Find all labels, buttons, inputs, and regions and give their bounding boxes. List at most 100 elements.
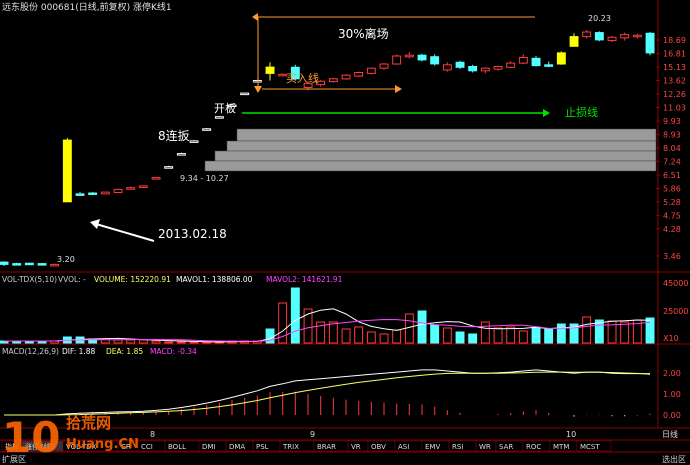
open-label: 开板 — [214, 101, 236, 115]
candle-body — [12, 263, 22, 266]
tab-label[interactable]: WR — [479, 443, 491, 451]
vol-axis-mid: 25000 — [663, 307, 688, 316]
candle-body — [151, 177, 161, 180]
candle-body — [100, 191, 110, 195]
volume-bar — [290, 287, 300, 344]
candle-body — [328, 78, 338, 83]
macd-dif-line — [4, 369, 650, 416]
price-tick: 7.24 — [663, 157, 681, 166]
tab-label[interactable]: CCI — [141, 443, 153, 451]
price-axis: 18.69 16.81 15.13 13.62 12.26 11.03 9.93 8.93 8.… — [656, 36, 686, 261]
stock-chart: 远东股份 000681(日线,前复权) 涨停K线1 30%离场 买入线 止损线 … — [0, 0, 690, 464]
tab-label[interactable]: DMI — [202, 443, 216, 451]
volume-bar — [620, 321, 630, 344]
volume-bar — [442, 327, 452, 344]
svg-text:DEA: 1.85: DEA: 1.85 — [106, 347, 143, 356]
time-label-8: 8 — [150, 430, 155, 439]
price-tick: 4.28 — [663, 225, 681, 234]
tab-label[interactable]: MTM — [553, 443, 569, 451]
watermark: 10 拾荒网 Huang.CN — [2, 413, 139, 462]
candle-body — [202, 128, 212, 131]
volume-bar — [645, 317, 655, 344]
volume-header: VOL-TDX(5,10) VVOL: - VOLUME: 152220.91 … — [2, 275, 343, 284]
tab-label[interactable]: TRIX — [282, 443, 299, 451]
svg-text:MAVOL2: 141621.91: MAVOL2: 141621.91 — [266, 275, 343, 284]
svg-text:DIF: 1.88: DIF: 1.88 — [62, 347, 96, 356]
svg-text:VVOL: -: VVOL: - — [58, 275, 86, 284]
macd-axis-1: 1.00 — [663, 390, 681, 399]
tab-label[interactable]: ASI — [398, 443, 409, 451]
macd-header: MACD(12,26,9) DIF: 1.88 DEA: 1.85 MACD: … — [2, 347, 197, 356]
vol-axis-top: 45000 — [663, 279, 688, 288]
volume-bar — [328, 321, 338, 344]
candle-body — [164, 166, 174, 169]
volume-bar — [379, 333, 389, 344]
tab-label[interactable]: VR — [351, 443, 361, 451]
tab-label[interactable]: BOLL — [168, 443, 186, 451]
volume-bar — [506, 326, 516, 344]
candle-body — [126, 187, 136, 190]
gap-label: 9.34 - 10.27 — [180, 174, 229, 183]
volume-bar — [176, 341, 186, 344]
candle-body — [531, 57, 541, 67]
svg-text:VOLUME: 152220.91: VOLUME: 152220.91 — [94, 275, 171, 284]
price-tick: 18.69 — [663, 36, 686, 45]
candle-body — [88, 192, 98, 195]
macd-axis-0: 0.00 — [663, 411, 681, 420]
candle-body — [594, 32, 604, 41]
limit-up-band — [204, 128, 657, 172]
svg-text:MACD: -0.34: MACD: -0.34 — [150, 347, 197, 356]
stop-label: 止损线 — [565, 105, 598, 119]
tab-label[interactable]: BRAR — [317, 443, 336, 451]
tab-label[interactable]: MCST — [580, 443, 600, 451]
tab-label[interactable]: SAR — [499, 443, 513, 451]
candle-body — [189, 140, 199, 143]
buy-label: 买入线 — [286, 71, 319, 85]
candle-body — [24, 262, 34, 266]
candle-body — [113, 188, 123, 193]
selection-area[interactable]: 选出区 — [662, 454, 686, 464]
candle-body — [417, 54, 427, 61]
candle-body — [176, 153, 186, 156]
svg-text:MAVOL1: 138806.00: MAVOL1: 138806.00 — [176, 275, 253, 284]
board-label: 8连扳 — [158, 128, 190, 143]
candle-body — [392, 55, 402, 65]
time-label-10: 10 — [566, 430, 576, 439]
volume-bar — [341, 328, 351, 344]
volume-bar — [544, 328, 554, 344]
candle-body — [62, 139, 72, 203]
volume-bar — [430, 324, 440, 344]
tab-label[interactable]: PSL — [256, 443, 269, 451]
price-tick: 8.93 — [663, 131, 681, 140]
volume-bar — [113, 339, 123, 344]
date-label: 2013.02.18 — [158, 227, 227, 241]
svg-text:MACD(12,26,9): MACD(12,26,9) — [2, 347, 59, 356]
candle-body — [468, 66, 478, 72]
tab-label[interactable]: OBV — [371, 443, 386, 451]
volume-bar — [138, 339, 148, 344]
price-tick: 6.51 — [663, 171, 681, 180]
tab-label[interactable]: RSI — [452, 443, 463, 451]
period-label: 日线 — [662, 429, 678, 439]
volume-bar — [354, 326, 364, 344]
date-arrow — [95, 223, 155, 242]
candle-body — [455, 61, 465, 68]
tab-label[interactable]: ROC — [526, 443, 541, 451]
high-label: 20.23 — [588, 14, 611, 23]
volume-bar — [366, 331, 376, 344]
candle-body — [354, 72, 364, 77]
tab-label[interactable]: EMV — [425, 443, 440, 451]
candle-body — [37, 263, 47, 266]
candle-body — [506, 62, 516, 68]
macd-axis-2: 2.00 — [663, 369, 681, 378]
low-label: 3.20 — [57, 255, 75, 264]
volume-bar — [189, 341, 199, 344]
candle-body — [518, 57, 528, 64]
candle-body — [607, 36, 617, 42]
svg-text:10: 10 — [2, 413, 60, 462]
candle-body — [632, 34, 642, 38]
volume-bar — [582, 316, 592, 344]
candle-body — [341, 74, 351, 80]
vol-axis-unit: X10 — [663, 334, 679, 343]
tab-label[interactable]: DMA — [229, 443, 245, 451]
